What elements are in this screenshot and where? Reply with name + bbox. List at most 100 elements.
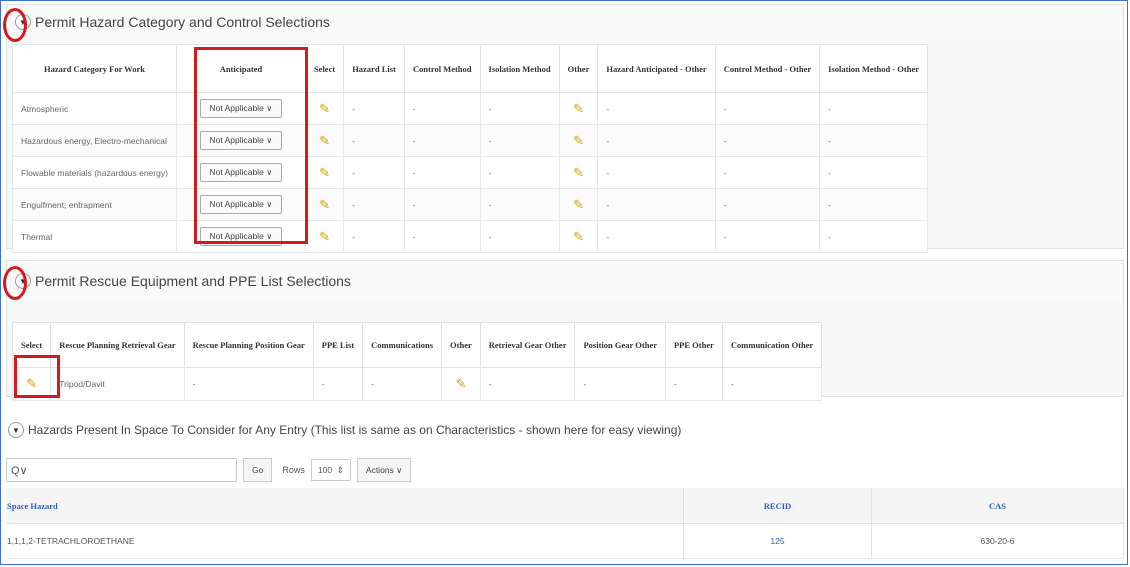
isolation-other-cell: - (819, 220, 929, 253)
pencil-icon[interactable]: ✎ (573, 133, 584, 148)
table-row: Flowable materials (hazardous energy) Not… (12, 156, 929, 189)
table-row: 1,1,1,2-TETRACHLOROETHANE 125 630-20-6 (6, 523, 1124, 559)
column-header: PPE List (312, 322, 364, 368)
column-header: Control Method (403, 44, 481, 93)
control-method-cell: - (403, 156, 481, 189)
actions-label: Actions (365, 465, 394, 475)
ppe-other-cell: - (664, 367, 723, 401)
control-other-cell: - (714, 92, 821, 125)
column-header: Retrieval Gear Other (479, 322, 576, 368)
isolation-method-cell: - (479, 156, 560, 189)
select-highlight (14, 355, 60, 398)
isolation-method-cell: - (479, 220, 560, 253)
rescue-table: Select Rescue Planning Retrieval Gear Resc… (11, 322, 823, 401)
control-other-cell: - (714, 124, 821, 157)
recid-link[interactable]: 125 (683, 523, 872, 559)
report-toolbar: Q∨ Go Rows 100 ⇕ Actions ∨ (6, 458, 412, 482)
column-header: Other (441, 322, 481, 368)
hazard-list-cell: - (343, 188, 405, 221)
column-header: Select (304, 44, 345, 93)
hazard-category: Engulfment, entrapment (12, 188, 177, 221)
col-recid[interactable]: RECID (683, 488, 872, 524)
hazard-category: Flowable materials (hazardous energy) (12, 156, 177, 189)
isolation-method-cell: - (479, 92, 560, 125)
table-row: ✎ Tripod/Davit - - - ✎ - - - - (11, 367, 823, 401)
hazard-other-cell: - (597, 220, 716, 253)
pencil-icon[interactable]: ✎ (573, 229, 584, 244)
control-other-cell: - (714, 188, 821, 221)
column-header: Communication Other (721, 322, 823, 368)
hazard-table: Hazard Category For Work Anticipated Selec… (12, 44, 929, 253)
hazard-list-cell: - (343, 220, 405, 253)
control-other-cell: - (714, 220, 821, 253)
search-input[interactable]: Q∨ (6, 458, 237, 482)
column-header: Hazard Anticipated - Other (597, 44, 716, 93)
column-header: Rescue Planning Position Gear (183, 322, 314, 368)
table-row: Thermal Not Applicable ∨ ✎ - - - ✎ - - - (12, 220, 929, 253)
rescue-region-header: ▼ Permit Rescue Equipment and PPE List S… (7, 261, 1123, 301)
position-other-cell: - (574, 367, 666, 401)
column-header: Communications (362, 322, 443, 368)
actions-button[interactable]: Actions ∨ (356, 458, 412, 482)
rows-select[interactable]: 100 ⇕ (310, 459, 351, 481)
rows-value: 100 (317, 465, 333, 475)
retrieval-other-cell: - (479, 367, 576, 401)
hazard-other-cell: - (597, 188, 716, 221)
chevron-down-icon: ∨ (396, 464, 403, 475)
col-space-hazard[interactable]: Space Hazard (6, 488, 684, 524)
isolation-method-cell: - (479, 124, 560, 157)
cas-cell: 630-20-6 (871, 523, 1124, 559)
present-region-header: ▼ Hazards Present In Space To Consider f… (8, 422, 681, 438)
highlight-oval (3, 266, 27, 300)
pencil-icon[interactable]: ✎ (319, 197, 330, 212)
pencil-icon[interactable]: ✎ (319, 229, 330, 244)
pencil-icon[interactable]: ✎ (455, 376, 466, 391)
highlight-oval (3, 8, 27, 42)
hazard-list-cell: - (343, 124, 405, 157)
control-method-cell: - (403, 124, 481, 157)
pencil-icon[interactable]: ✎ (573, 101, 584, 116)
hazard-other-cell: - (597, 92, 716, 125)
column-header: Isolation Method - Other (819, 44, 929, 93)
hazard-list-cell: - (343, 92, 405, 125)
table-row: Hazardous energy, Electro-mechanical Not … (12, 124, 929, 157)
present-region-title: Hazards Present In Space To Consider for… (28, 423, 682, 437)
hazard-category: Thermal (12, 220, 177, 253)
control-method-cell: - (403, 92, 481, 125)
column-header: Hazard List (343, 44, 405, 93)
hazard-other-cell: - (597, 124, 716, 157)
go-button[interactable]: Go (243, 458, 273, 482)
isolation-other-cell: - (819, 92, 929, 125)
retrieval-gear-cell: Tripod/Davit (50, 367, 185, 401)
pencil-icon[interactable]: ✎ (319, 133, 330, 148)
column-header: Hazard Category For Work (12, 44, 177, 93)
pencil-icon[interactable]: ✎ (319, 165, 330, 180)
column-header: Rescue Planning Retrieval Gear (50, 322, 185, 368)
communications-cell: - (362, 367, 443, 401)
pencil-icon[interactable]: ✎ (319, 101, 330, 116)
hazard-category: Hazardous energy, Electro-mechanical (12, 124, 177, 157)
column-header: Other (558, 44, 599, 93)
isolation-other-cell: - (819, 156, 929, 189)
communication-other-cell: - (721, 367, 823, 401)
hazard-list-cell: - (343, 156, 405, 189)
pencil-icon[interactable]: ✎ (573, 197, 584, 212)
column-header: Position Gear Other (574, 322, 666, 368)
control-method-cell: - (403, 188, 481, 221)
rows-label: Rows (282, 465, 305, 475)
hazard-region-title: Permit Hazard Category and Control Selec… (35, 14, 330, 30)
isolation-other-cell: - (819, 188, 929, 221)
search-icon[interactable]: Q∨ (11, 464, 28, 477)
space-hazard-cell: 1,1,1,2-TETRACHLOROETHANE (6, 523, 684, 559)
column-header: PPE Other (664, 322, 723, 368)
isolation-method-cell: - (479, 188, 560, 221)
anticipated-highlight (194, 47, 308, 244)
collapse-toggle-icon[interactable]: ▼ (8, 422, 24, 438)
column-header: Control Method - Other (714, 44, 821, 93)
col-cas[interactable]: CAS (871, 488, 1124, 524)
hazard-other-cell: - (597, 156, 716, 189)
space-hazard-table: Space Hazard RECID CAS 1,1,1,2-TETRACHLO… (6, 488, 1124, 559)
control-method-cell: - (403, 220, 481, 253)
pencil-icon[interactable]: ✎ (573, 165, 584, 180)
column-header: Isolation Method (479, 44, 560, 93)
